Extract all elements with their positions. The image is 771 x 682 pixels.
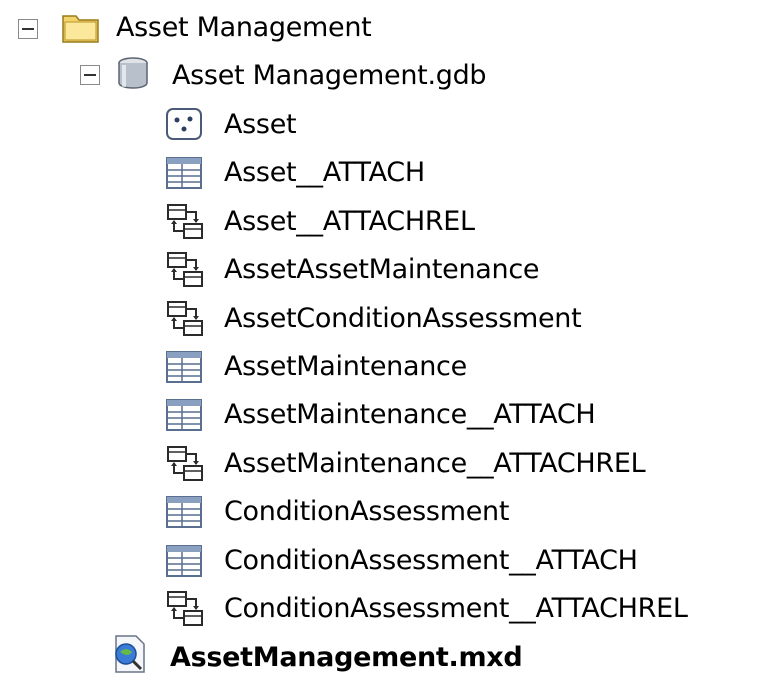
tree-item-gdb[interactable]: Asset Management.gdb [172,52,487,100]
tree-item-label: ConditionAssessment [224,496,510,528]
tree-item-label: Asset__ATTACH [224,157,425,189]
tree-item-gdb-child[interactable]: Asset__ATTACHREL [224,198,475,246]
tree-item-gdb-child[interactable]: ConditionAssessment [224,488,509,536]
collapse-toggle-gdb[interactable] [80,65,100,85]
table-icon [164,347,206,387]
table-icon [164,153,206,193]
tree-item-label: AssetMaintenance__ATTACH [224,399,596,431]
tree-item-gdb-child[interactable]: ConditionAssessment__ATTACH [224,537,638,585]
tree-item-label: Asset__ATTACHREL [224,205,475,237]
tree-item-root-folder[interactable]: Asset Management [116,4,372,52]
table-icon [164,492,206,532]
database-icon [112,53,154,93]
tree-item-gdb-child[interactable]: AssetMaintenance__ATTACH [224,391,596,439]
gdb-label: Asset Management.gdb [172,60,487,91]
relationship-class-icon [164,202,206,242]
table-icon [164,395,206,435]
tree-item-label: ConditionAssessment__ATTACHREL [224,593,688,624]
relationship-class-icon [164,589,206,629]
map-document-icon [108,634,150,674]
root-folder-label: Asset Management [116,12,372,43]
tree-item-mxd[interactable]: AssetManagement.mxd [170,634,523,682]
collapse-toggle-root[interactable] [18,19,38,39]
relationship-class-icon [164,250,206,290]
tree-item-label: AssetAssetMaintenance [224,254,540,286]
tree-item-label: Asset [224,109,297,140]
table-icon [164,541,206,581]
tree-item-gdb-child[interactable]: AssetMaintenance [224,343,467,391]
tree-item-label: ConditionAssessment__ATTACH [224,544,638,576]
tree-item-gdb-child[interactable]: Asset__ATTACH [224,149,425,197]
folder-icon [60,7,102,47]
tree-item-gdb-child[interactable]: AssetAssetMaintenance [224,246,539,294]
tree-item-label: AssetMaintenance__ATTACHREL [224,447,646,479]
tree-item-label: AssetMaintenance [224,351,467,382]
tree-item-gdb-child[interactable]: AssetMaintenance__ATTACHREL [224,440,646,488]
tree-item-gdb-child[interactable]: ConditionAssessment__ATTACHREL [224,585,688,633]
tree-item-gdb-child[interactable]: AssetConditionAssessment [224,295,582,343]
tree-item-label: AssetConditionAssessment [224,302,582,334]
relationship-class-icon [164,444,206,484]
relationship-class-icon [164,299,206,339]
point-feature-class-icon [164,105,206,145]
mxd-label: AssetManagement.mxd [170,642,523,673]
catalog-tree: Asset Management Asset Management.gdb As… [0,0,771,680]
tree-item-gdb-child[interactable]: Asset [224,101,297,149]
